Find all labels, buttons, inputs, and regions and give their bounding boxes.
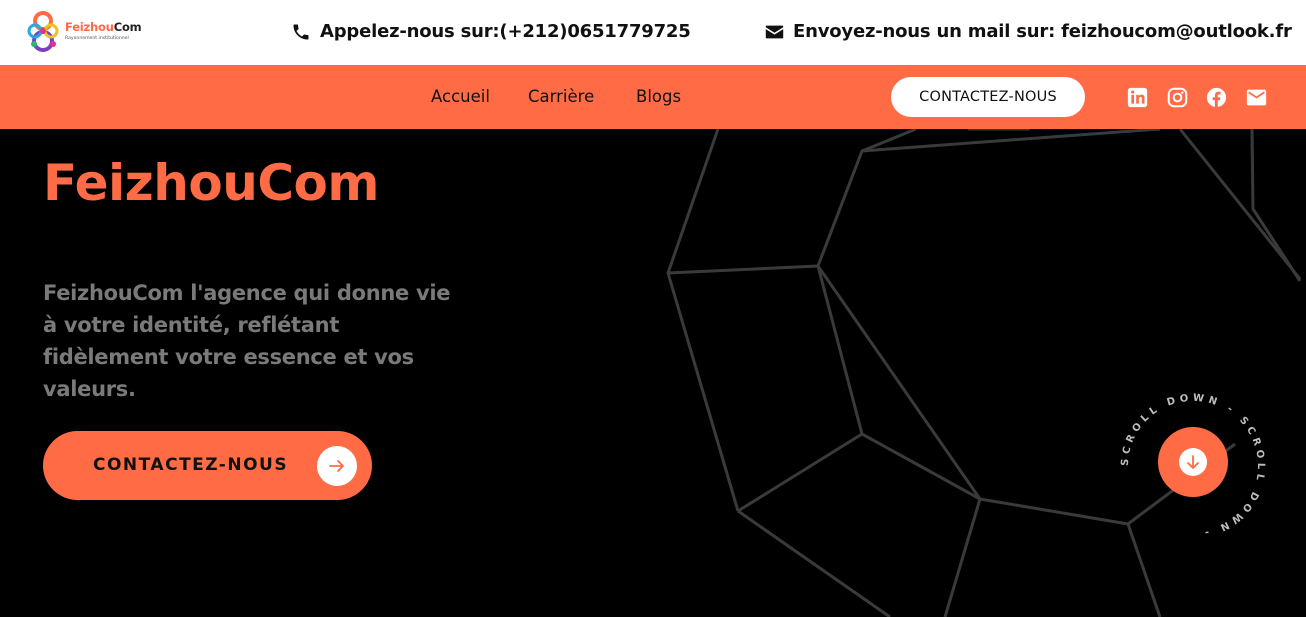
nav-link-accueil[interactable]: Accueil: [431, 87, 490, 106]
email-contact[interactable]: Envoyez-nous un mail sur: feizhoucom@out…: [765, 21, 1292, 42]
logo[interactable]: FeizhouCom Rayonnement institutionnel: [24, 11, 142, 53]
nav-contact-button[interactable]: CONTACTEZ-NOUS: [891, 77, 1085, 117]
mail-icon[interactable]: [1246, 87, 1267, 108]
instagram-icon[interactable]: [1167, 87, 1188, 108]
main-navbar: Accueil Carrière Blogs CONTACTEZ-NOUS: [0, 65, 1306, 129]
email-text: Envoyez-nous un mail sur: feizhoucom@out…: [793, 21, 1292, 42]
hero-title: FeizhouCom: [43, 154, 379, 212]
scroll-down-indicator[interactable]: SCROLL DOWN - SCROLL DOWN -: [1113, 386, 1273, 546]
phone-icon: [293, 24, 309, 39]
logo-tagline: Rayonnement institutionnel: [65, 35, 129, 41]
phone-text: Appelez-nous sur:(+212)0651779725: [320, 21, 691, 42]
nav-contact-label: CONTACTEZ-NOUS: [919, 89, 1057, 105]
hero-contact-button[interactable]: CONTACTEZ-NOUS: [43, 431, 372, 500]
hero-description: FeizhouCom l'agence qui donne vie à votr…: [43, 281, 451, 401]
phone-contact[interactable]: Appelez-nous sur:(+212)0651779725: [291, 21, 691, 42]
nav-link-blogs[interactable]: Blogs: [636, 87, 681, 106]
hero-section: FeizhouCom FeizhouCom l'agence qui donne…: [0, 129, 1306, 617]
envelope-icon: [765, 25, 784, 38]
top-info-bar: FeizhouCom Rayonnement institutionnel Ap…: [0, 0, 1306, 65]
arrow-right-icon: [317, 446, 357, 486]
logo-name: FeizhouCom: [65, 20, 142, 35]
hero-contact-label: CONTACTEZ-NOUS: [93, 455, 289, 475]
nav-link-carriere[interactable]: Carrière: [528, 87, 594, 106]
logo-mark-icon: [27, 11, 59, 52]
facebook-icon[interactable]: [1206, 87, 1227, 108]
linkedin-icon[interactable]: [1127, 87, 1148, 108]
